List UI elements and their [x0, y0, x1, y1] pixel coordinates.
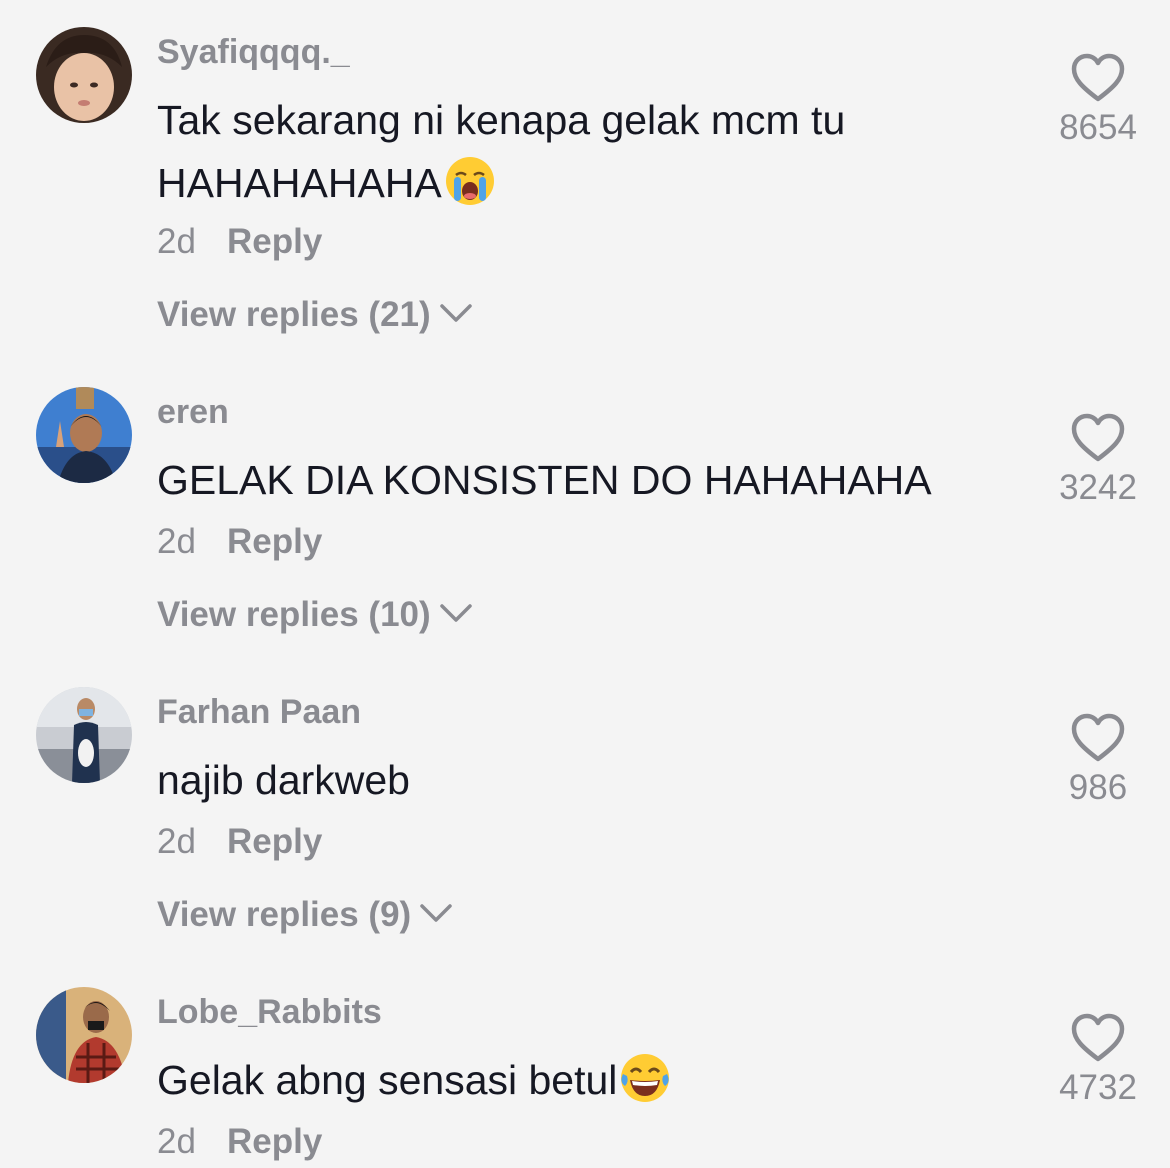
comment-text: najib darkweb: [157, 757, 410, 803]
heart-outline-icon[interactable]: [1070, 1012, 1126, 1064]
avatar[interactable]: [36, 27, 132, 123]
comment-meta: 2d Reply: [157, 522, 322, 562]
view-replies-button[interactable]: View replies (9): [157, 895, 453, 935]
chevron-down-icon: [420, 904, 452, 922]
view-replies-label: View replies (9): [157, 895, 412, 934]
view-replies-button[interactable]: View replies (10): [157, 595, 473, 635]
comment-time: 2d: [157, 222, 196, 261]
comment-username[interactable]: Farhan Paan: [157, 693, 361, 732]
reply-button[interactable]: Reply: [227, 222, 322, 261]
comment-meta: 2d Reply: [157, 222, 322, 262]
comment-time: 2d: [157, 1122, 196, 1161]
comment-username[interactable]: Syafiqqqq._: [157, 33, 350, 72]
reply-button[interactable]: Reply: [227, 1122, 322, 1161]
loudly-crying-face-icon: [445, 157, 494, 205]
comment-username[interactable]: eren: [157, 393, 229, 432]
comment-time: 2d: [157, 822, 196, 861]
view-replies-label: View replies (10): [157, 595, 431, 634]
avatar[interactable]: [36, 987, 132, 1083]
reply-button[interactable]: Reply: [227, 822, 322, 861]
comment-text: Gelak abng sensasi betul: [157, 1049, 1017, 1112]
chevron-down-icon: [439, 304, 472, 322]
heart-outline-icon[interactable]: [1070, 412, 1126, 464]
comment-list: Syafiqqqq._ Tak sekarang ni kenapa gelak…: [0, 0, 1170, 1168]
reply-button[interactable]: Reply: [227, 522, 322, 561]
like-count: 3242: [1059, 468, 1137, 507]
like-count: 4732: [1059, 1068, 1137, 1107]
avatar[interactable]: [36, 387, 132, 483]
comment-text: GELAK DIA KONSISTEN DO HAHAHAHA: [157, 457, 932, 503]
avatar[interactable]: [36, 687, 132, 783]
view-replies-label: View replies (21): [157, 295, 431, 334]
like-control: 3242: [1040, 412, 1156, 508]
face-with-tears-of-joy-icon: [621, 1054, 670, 1102]
like-count: 8654: [1059, 108, 1137, 147]
chevron-down-icon: [439, 604, 472, 622]
like-control: 8654: [1040, 52, 1156, 148]
like-control: 986: [1040, 712, 1156, 808]
heart-outline-icon[interactable]: [1070, 52, 1126, 104]
comment-time: 2d: [157, 522, 196, 561]
comment-meta: 2d Reply: [157, 1122, 322, 1162]
like-count: 986: [1068, 768, 1128, 807]
heart-outline-icon[interactable]: [1070, 712, 1126, 764]
view-replies-button[interactable]: View replies (21): [157, 295, 473, 335]
like-control: 4732: [1040, 1012, 1156, 1108]
comment-meta: 2d Reply: [157, 822, 322, 862]
comment-username[interactable]: Lobe_Rabbits: [157, 993, 382, 1032]
comment-text: Tak sekarang ni kenapa gelak mcm tu HAHA…: [157, 97, 846, 206]
